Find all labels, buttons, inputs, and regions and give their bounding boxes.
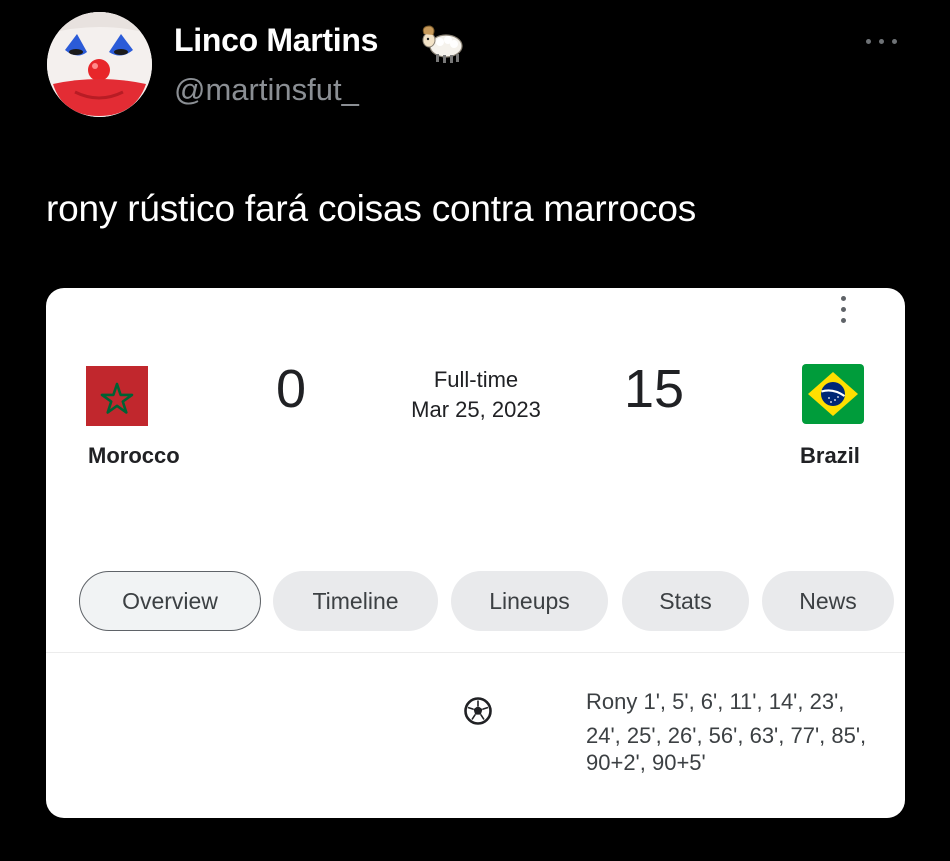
home-team-name[interactable]: Morocco — [88, 443, 180, 469]
tab-lineups[interactable]: Lineups — [451, 571, 608, 631]
author-handle[interactable]: @martinsfut_ — [174, 72, 359, 108]
match-date: Mar 25, 2023 — [411, 397, 541, 422]
match-status-label: Full-time — [433, 367, 519, 392]
tweet-text: rony rústico fará coisas contra marrocos — [46, 188, 697, 229]
away-team-score: 15 — [624, 359, 685, 419]
goal-scorer-line: Rony 1', 5', 6', 11', 14', 23', — [586, 689, 845, 714]
home-team-score: 0 — [276, 359, 307, 419]
soccer-ball-icon — [463, 696, 493, 726]
tab-label: Overview — [122, 587, 218, 614]
author-avatar[interactable] — [47, 12, 152, 117]
goal-scorer-line: 24', 25', 26', 56', 63', 77', 85', — [586, 723, 867, 748]
match-result-card: Morocco Brazil 0 15 Full-time Mar 25, 20… — [46, 288, 905, 818]
goal-scorer-line: 90+2', 90+5' — [586, 750, 706, 775]
tab-timeline[interactable]: Timeline — [273, 571, 438, 631]
tab-label: Lineups — [489, 587, 570, 614]
ram-emoji-icon — [418, 20, 466, 64]
match-status: Full-time Mar 25, 2023 — [376, 365, 576, 425]
tab-news[interactable]: News — [762, 571, 894, 631]
away-team-name[interactable]: Brazil — [800, 443, 860, 469]
clown-face-avatar — [47, 12, 152, 117]
tab-label: News — [799, 587, 857, 614]
more-vertical-icon[interactable] — [839, 294, 847, 328]
tab-overview[interactable]: Overview — [79, 571, 261, 631]
brazil-flag-icon — [802, 364, 864, 424]
tab-stats[interactable]: Stats — [622, 571, 749, 631]
tab-label: Timeline — [312, 587, 399, 614]
more-horizontal-icon[interactable] — [862, 28, 902, 56]
tab-label: Stats — [659, 587, 712, 614]
card-divider — [46, 652, 905, 653]
author-name[interactable]: Linco Martins — [174, 22, 378, 59]
goal-scorers: Rony 1', 5', 6', 11', 14', 23', 24', 25'… — [586, 688, 886, 776]
morocco-flag-icon — [86, 366, 148, 426]
